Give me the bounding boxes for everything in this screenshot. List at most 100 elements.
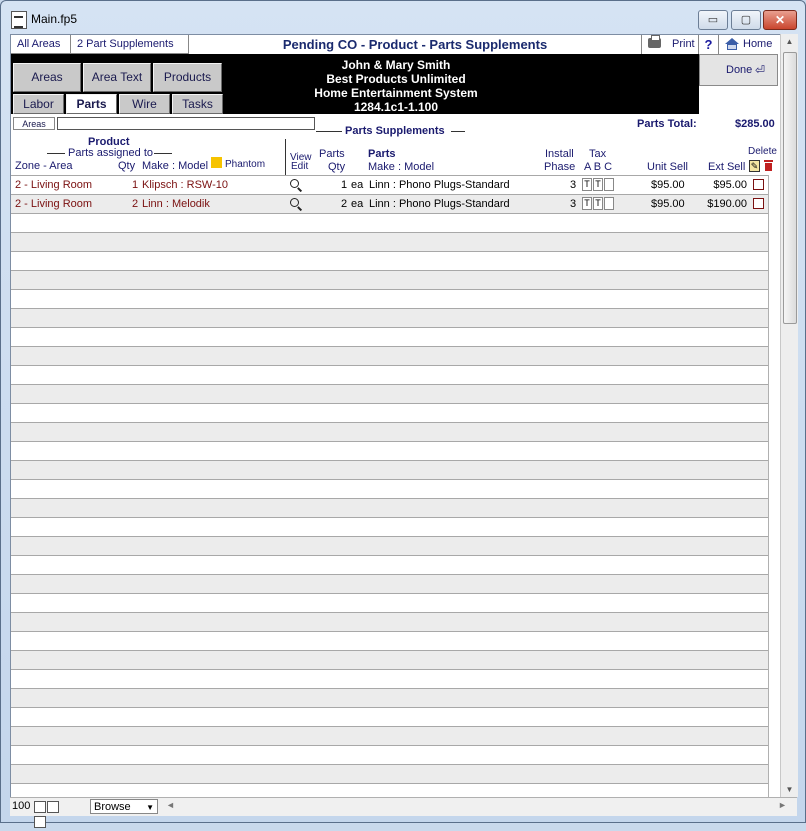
- table-row[interactable]: [11, 688, 768, 707]
- all-areas-tab[interactable]: All Areas: [11, 35, 71, 54]
- parts-qty-cell: 1: [341, 179, 348, 191]
- nav-labor[interactable]: Labor: [13, 94, 64, 114]
- tax-a-box[interactable]: T: [582, 197, 592, 210]
- title-bar: Main.fp5 ▭ ▢ ✕: [1, 1, 805, 35]
- table-row[interactable]: [11, 726, 768, 745]
- table-row[interactable]: [11, 536, 768, 555]
- areas-filter-button[interactable]: Areas: [13, 117, 55, 130]
- zoom-level[interactable]: 100: [12, 800, 30, 812]
- print-button[interactable]: Print: [641, 35, 699, 54]
- tax-c-box[interactable]: [604, 178, 614, 191]
- col-parts-qty: Qty: [328, 161, 346, 173]
- mode-value: Browse: [94, 801, 131, 813]
- col-qty: Qty: [118, 160, 136, 172]
- table-row[interactable]: [11, 498, 768, 517]
- table-row[interactable]: [11, 593, 768, 612]
- zoom-in-icon[interactable]: [47, 801, 59, 813]
- table-row[interactable]: [11, 555, 768, 574]
- table-row[interactable]: [11, 745, 768, 764]
- table-row[interactable]: [11, 631, 768, 650]
- scroll-right-icon[interactable]: ►: [778, 800, 787, 810]
- table-row[interactable]: 2 - Living Room 1 Klipsch : RSW-10 1 ea Linn …: [11, 175, 768, 194]
- close-button[interactable]: ✕: [763, 10, 797, 30]
- status-area-toggle-icon[interactable]: [34, 816, 46, 828]
- table-row[interactable]: [11, 650, 768, 669]
- scroll-left-icon[interactable]: ◄: [166, 800, 175, 810]
- pencil-icon[interactable]: ✎: [749, 160, 760, 172]
- parts-total-label: Parts Total:: [637, 118, 697, 130]
- zone-area-cell: 2 - Living Room: [15, 179, 93, 191]
- qty-cell: 1: [132, 179, 139, 191]
- zoom-out-icon[interactable]: [34, 801, 46, 813]
- table-row[interactable]: [11, 365, 768, 384]
- areas-filter-input[interactable]: [57, 117, 315, 130]
- chevron-down-icon: ▼: [146, 803, 154, 812]
- close-icon: ✕: [774, 13, 786, 27]
- scroll-down-icon[interactable]: ▼: [781, 785, 798, 794]
- table-row[interactable]: [11, 479, 768, 498]
- table-row[interactable]: [11, 384, 768, 403]
- magnifier-icon[interactable]: [290, 198, 299, 207]
- unit-sell-cell: $95.00: [651, 179, 685, 191]
- tax-a-box[interactable]: T: [582, 178, 592, 191]
- parts-list: 2 - Living Room 1 Klipsch : RSW-10 1 ea Linn …: [11, 175, 768, 798]
- table-row[interactable]: [11, 251, 768, 270]
- col-parts-assigned-to: Parts assigned to: [68, 147, 153, 159]
- tax-b-box[interactable]: T: [593, 178, 603, 191]
- table-row[interactable]: [11, 213, 768, 232]
- nav-tasks[interactable]: Tasks: [172, 94, 223, 114]
- table-row[interactable]: [11, 346, 768, 365]
- tax-c-box[interactable]: [604, 197, 614, 210]
- table-row[interactable]: [11, 764, 768, 783]
- scrollbar-thumb[interactable]: [783, 52, 797, 324]
- return-arrow-icon: ⏎: [755, 63, 766, 77]
- section-divider-right: [451, 131, 465, 132]
- table-row[interactable]: [11, 308, 768, 327]
- tax-b-box[interactable]: T: [593, 197, 603, 210]
- table-row[interactable]: [11, 460, 768, 479]
- col-zone-area: Zone - Area: [15, 160, 73, 172]
- header-rule-right: [154, 153, 172, 154]
- col-edit: Edit: [291, 161, 309, 172]
- trash-icon[interactable]: [763, 160, 774, 172]
- maximize-button[interactable]: ▢: [731, 10, 761, 30]
- nav-wire[interactable]: Wire: [119, 94, 170, 114]
- col-ext-sell: Ext Sell: [708, 161, 746, 173]
- make-model-cell: Linn : Melodik: [142, 198, 210, 210]
- delete-checkbox[interactable]: [753, 198, 764, 209]
- col-phantom: Phantom: [225, 159, 266, 170]
- table-row[interactable]: [11, 289, 768, 308]
- nav-products[interactable]: Products: [153, 63, 222, 92]
- table-row[interactable]: [11, 707, 768, 726]
- table-row[interactable]: [11, 669, 768, 688]
- parts-total-value: $285.00: [735, 118, 775, 130]
- vertical-scrollbar[interactable]: ▲ ▼: [780, 34, 798, 797]
- part-supplements-tab[interactable]: 2 Part Supplements: [71, 35, 189, 54]
- nav-parts[interactable]: Parts: [66, 94, 117, 114]
- page-title: Pending CO - Product - Parts Supplements: [282, 37, 548, 52]
- help-button[interactable]: ?: [699, 35, 719, 54]
- table-row[interactable]: [11, 612, 768, 631]
- mode-select[interactable]: Browse ▼: [90, 799, 158, 814]
- scroll-up-icon[interactable]: ▲: [781, 37, 798, 46]
- zoom-controls[interactable]: [34, 801, 70, 828]
- delete-checkbox[interactable]: [753, 179, 764, 190]
- printer-icon: [648, 35, 661, 48]
- nav-area-text[interactable]: Area Text: [83, 63, 151, 92]
- minimize-button[interactable]: ▭: [698, 10, 728, 30]
- table-row[interactable]: [11, 232, 768, 251]
- table-row[interactable]: 2 - Living Room 2 Linn : Melodik 2 ea Linn : …: [11, 194, 768, 213]
- table-row[interactable]: [11, 422, 768, 441]
- section-title: Parts Supplements: [343, 125, 447, 137]
- done-button[interactable]: Done ⏎: [699, 54, 778, 86]
- table-row[interactable]: [11, 517, 768, 536]
- home-button[interactable]: Home: [719, 35, 780, 54]
- table-row[interactable]: [11, 270, 768, 289]
- magnifier-icon[interactable]: [290, 179, 299, 188]
- table-row[interactable]: [11, 441, 768, 460]
- col-parts-bold: Parts: [368, 148, 396, 160]
- table-row[interactable]: [11, 574, 768, 593]
- nav-areas[interactable]: Areas: [13, 63, 81, 92]
- table-row[interactable]: [11, 403, 768, 422]
- table-row[interactable]: [11, 327, 768, 346]
